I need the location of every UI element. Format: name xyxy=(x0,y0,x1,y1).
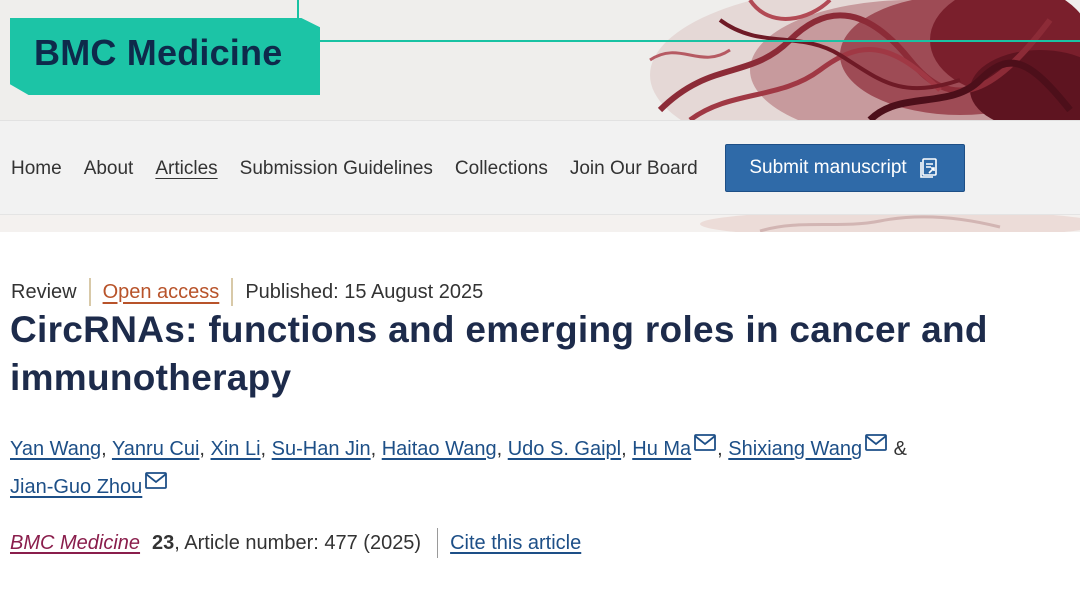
envelope-icon[interactable] xyxy=(864,433,888,453)
submit-manuscript-button[interactable]: Submit manuscript xyxy=(725,144,965,192)
author-separator: , xyxy=(260,438,272,460)
author-separator: , xyxy=(717,438,729,460)
author-separator: , xyxy=(101,438,112,460)
citation-line: BMC Medicine 23 , Article number: 477 (2… xyxy=(10,528,581,558)
nav-item-articles[interactable]: Articles xyxy=(155,158,217,180)
author-link[interactable]: Udo S. Gaipl xyxy=(508,438,621,460)
nav-item-collections[interactable]: Collections xyxy=(455,158,548,180)
author-link[interactable]: Su-Han Jin xyxy=(272,438,371,460)
site-header: BMC Medicine xyxy=(0,0,1080,120)
cite-this-article-link[interactable]: Cite this article xyxy=(450,532,581,555)
author-separator: & xyxy=(888,438,907,460)
author-link[interactable]: Yan Wang xyxy=(10,438,101,460)
published-date: Published: 15 August 2025 xyxy=(245,280,484,303)
article-type: Review xyxy=(11,280,77,303)
nav-item-home[interactable]: Home xyxy=(11,158,62,180)
citation-divider xyxy=(437,528,439,558)
author-link[interactable]: Haitao Wang xyxy=(382,438,497,460)
envelope-icon[interactable] xyxy=(144,471,168,491)
meta-divider xyxy=(231,278,234,306)
author-link[interactable]: Yanru Cui xyxy=(112,438,199,460)
hero-image xyxy=(630,0,1080,120)
meta-divider xyxy=(88,278,91,306)
envelope-icon[interactable] xyxy=(693,433,717,453)
strip-art xyxy=(700,215,1080,232)
nav-bottom-strip xyxy=(0,214,1080,232)
nav-items: Home About Articles Submission Guideline… xyxy=(11,158,698,180)
author-list: Yan Wang, Yanru Cui, Xin Li, Su-Han Jin,… xyxy=(10,430,1010,506)
author-separator: , xyxy=(370,438,382,460)
author-separator: , xyxy=(496,438,508,460)
journal-link[interactable]: BMC Medicine xyxy=(10,532,140,555)
author-link[interactable]: Jian-Guo Zhou xyxy=(10,476,142,498)
author-link[interactable]: Shixiang Wang xyxy=(728,438,862,460)
header-accent-line xyxy=(318,40,1080,42)
submit-manuscript-label: Submit manuscript xyxy=(749,157,907,178)
author-link[interactable]: Hu Ma xyxy=(632,438,691,460)
volume-number: 23 xyxy=(152,531,175,554)
nav-item-about[interactable]: About xyxy=(84,158,134,180)
nav-item-join-our-board[interactable]: Join Our Board xyxy=(570,158,698,180)
author-separator: , xyxy=(199,438,211,460)
article-number: , Article number: 477 (2025) xyxy=(174,531,422,554)
main-nav: Home About Articles Submission Guideline… xyxy=(0,120,1080,214)
article-meta: Review Open access Published: 15 August … xyxy=(11,278,483,306)
external-form-icon xyxy=(919,158,937,178)
open-access-link[interactable]: Open access xyxy=(103,281,220,304)
journal-logo-text[interactable]: BMC Medicine xyxy=(34,32,282,74)
nav-item-submission-guidelines[interactable]: Submission Guidelines xyxy=(240,158,433,180)
article-title: CircRNAs: functions and emerging roles i… xyxy=(10,309,988,398)
author-link[interactable]: Xin Li xyxy=(211,438,261,460)
author-separator: , xyxy=(621,438,633,460)
